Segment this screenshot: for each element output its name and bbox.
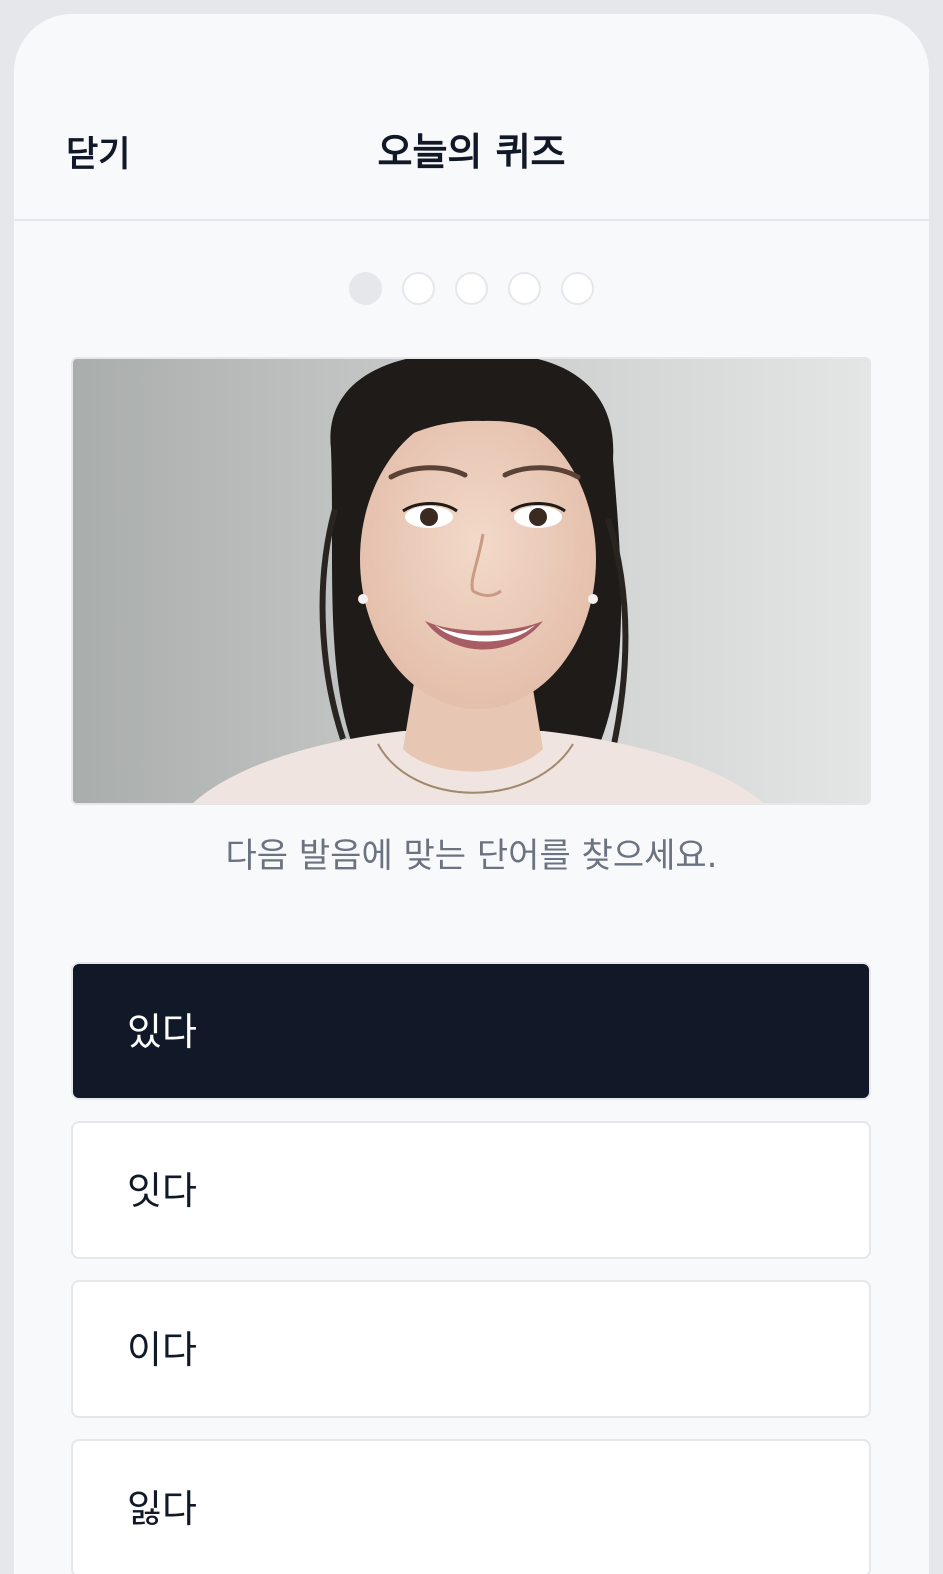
progress-dots <box>14 272 929 305</box>
answer-option-4[interactable]: 잃다 <box>71 1439 871 1574</box>
top-bar: 닫기 오늘의 퀴즈 <box>14 14 929 221</box>
answer-option-label: 있다 <box>127 1010 197 1054</box>
pronunciation-video[interactable] <box>71 357 871 805</box>
answer-option-1[interactable]: 있다 <box>71 962 871 1100</box>
progress-dot-2 <box>402 272 435 305</box>
progress-dot-3 <box>455 272 488 305</box>
answer-option-label: 잃다 <box>127 1487 197 1531</box>
answer-option-label: 이다 <box>127 1328 197 1372</box>
answer-option-label: 잇다 <box>127 1169 197 1213</box>
progress-dot-4 <box>508 272 541 305</box>
answer-option-2[interactable]: 잇다 <box>71 1121 871 1259</box>
answer-option-3[interactable]: 이다 <box>71 1280 871 1418</box>
page-title: 오늘의 퀴즈 <box>377 130 566 174</box>
quiz-prompt: 다음 발음에 맞는 단어를 찾으세요. <box>225 836 718 876</box>
device-frame: 닫기 오늘의 퀴즈 다음 발음에 맞는 단어를 찾으세요. 있다 잇다 이다 잃… <box>0 0 943 1574</box>
progress-dot-1 <box>349 272 382 305</box>
app-screen: 닫기 오늘의 퀴즈 다음 발음에 맞는 단어를 찾으세요. 있다 잇다 이다 잃… <box>14 14 929 1574</box>
progress-dot-5 <box>561 272 594 305</box>
presenter-image <box>73 359 869 803</box>
